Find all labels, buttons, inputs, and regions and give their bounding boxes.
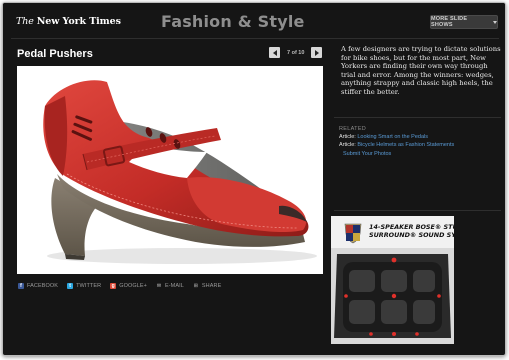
cadillac-crest-icon	[344, 223, 362, 244]
share-email[interactable]: ✉ E-MAIL	[156, 283, 184, 289]
share-twitter[interactable]: t TWITTER	[67, 283, 101, 289]
share-label: GOOGLE+	[119, 283, 147, 289]
previous-slide-button[interactable]	[269, 47, 280, 58]
next-slide-button[interactable]	[311, 47, 323, 58]
slide-caption: A few designers are trying to dictate so…	[341, 45, 501, 96]
slide-title: Pedal Pushers	[17, 48, 93, 60]
more-slide-shows-label: MORE SLIDE SHOWS	[431, 16, 468, 28]
car-interior-image	[331, 248, 454, 344]
related-item: Article: Looking Smart on the Pedals	[339, 133, 499, 141]
submit-photos-link[interactable]: Submit Your Photos	[343, 151, 391, 157]
related-link[interactable]: Looking Smart on the Pedals	[357, 134, 428, 140]
ad-headline: 14-SPEAKER BOSE® STUDIO SURROUND® SOUND …	[369, 223, 454, 239]
header: The New York Times Fashion & Style MORE …	[3, 3, 505, 37]
caption-divider	[334, 117, 501, 118]
ad-line: 14-SPEAKER BOSE® STUDIO	[369, 223, 454, 231]
share-more[interactable]: ⊞ SHARE	[193, 283, 221, 289]
related-heading: RELATED	[339, 126, 367, 132]
slide-photo	[17, 66, 323, 274]
related-links: RELATED Article: Looking Smart on the Pe…	[339, 125, 499, 158]
email-icon: ✉	[156, 282, 162, 289]
share-label: TWITTER	[76, 283, 102, 289]
share-facebook[interactable]: f FACEBOOK	[18, 283, 58, 289]
related-kind: Article:	[339, 142, 356, 149]
logo-main: New York Times	[36, 16, 121, 27]
google-plus-icon: g	[110, 282, 117, 289]
related-item: Article: Bicycle Helmets as Fashion Stat…	[339, 141, 499, 149]
share-label: FACEBOOK	[27, 283, 59, 289]
ad-line: SURROUND® SOUND SYSTEM	[369, 231, 454, 239]
share-label: SHARE	[201, 283, 222, 289]
share-bar: f FACEBOOK t TWITTER g GOOGLE+ ✉ E-MAIL …	[18, 282, 221, 290]
share-google-plus[interactable]: g GOOGLE+	[110, 283, 147, 289]
twitter-icon: t	[67, 283, 74, 289]
section-title: Fashion & Style	[161, 12, 305, 31]
caret-down-icon	[493, 20, 497, 24]
ad-divider	[334, 210, 501, 211]
shoe-image	[43, 80, 317, 264]
arrow-left-icon	[272, 49, 277, 56]
slideshow-window: The New York Times Fashion & Style MORE …	[2, 2, 506, 356]
slide-pager: 7 of 10	[269, 47, 323, 58]
arrow-right-icon	[314, 49, 319, 56]
share-icon: ⊞	[193, 282, 198, 289]
share-label: E-MAIL	[164, 283, 184, 289]
cadillac-ad[interactable]: 14-SPEAKER BOSE® STUDIO SURROUND® SOUND …	[331, 216, 454, 344]
related-kind: Article:	[339, 134, 356, 141]
slide-counter: 7 of 10	[287, 49, 305, 56]
facebook-icon: f	[18, 283, 24, 289]
more-slide-shows-button[interactable]: MORE SLIDE SHOWS	[430, 15, 498, 29]
header-divider	[11, 38, 499, 39]
related-link[interactable]: Bicycle Helmets as Fashion Statements	[357, 142, 454, 148]
logo-prefix: The	[16, 16, 37, 27]
nyt-logo[interactable]: The New York Times	[16, 16, 121, 27]
